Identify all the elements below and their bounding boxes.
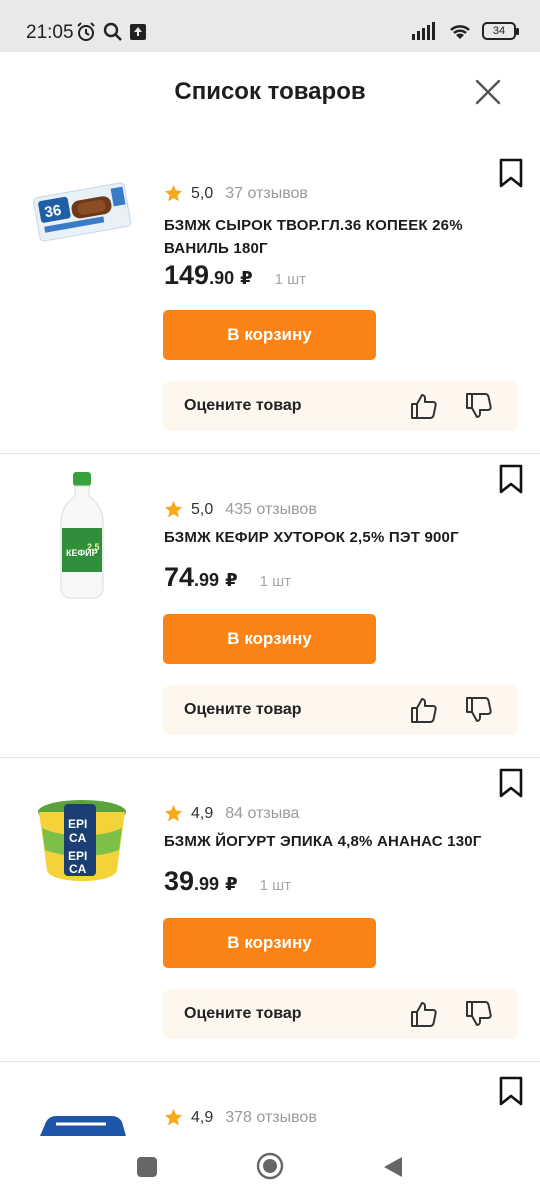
kefir-bottle-image: КЕФИР 2,5: [60, 472, 104, 599]
svg-text:CA: CA: [69, 831, 87, 845]
rating-value: 5,0: [191, 500, 214, 518]
rating-value: 4,9: [191, 804, 214, 822]
product-card: EPI CA EPI CA 4,9 84 отзыва БЗМЖ ЙОГУРТ …: [0, 758, 540, 1062]
battery-indicator: 34: [482, 22, 519, 40]
system-nav-bar: [0, 1136, 540, 1200]
reviews-count[interactable]: 84 отзыва: [225, 805, 299, 823]
square-icon[interactable]: [136, 1156, 158, 1178]
add-to-cart-button[interactable]: В корзину: [163, 310, 376, 360]
svg-text:EPI: EPI: [68, 849, 87, 863]
thumbs-up-icon[interactable]: [409, 695, 439, 725]
rating-row: 4,9 378 отзывов: [164, 1108, 317, 1127]
rate-product-label: Оцените товар: [184, 397, 302, 414]
thumbs-down-icon[interactable]: [464, 999, 494, 1029]
page-header: Список товаров: [0, 52, 540, 130]
price-fraction: .99: [194, 570, 220, 590]
search-icon: [103, 22, 122, 41]
rating-value: 4,9: [191, 1108, 214, 1126]
alarm-icon: [77, 22, 95, 41]
signal-icon: [412, 22, 435, 40]
rate-product-label: Оцените товар: [184, 701, 302, 718]
price-currency: ₽: [225, 570, 238, 590]
svg-text:EPI: EPI: [68, 817, 87, 831]
price-integer: 149: [164, 260, 210, 290]
status-bar: 21:05 34: [0, 0, 540, 52]
rate-product-box: Оцените товар: [163, 381, 518, 431]
price-integer: 39: [164, 866, 195, 896]
rating-value: 5,0: [191, 184, 214, 202]
rate-product-box: Оцените товар: [163, 989, 518, 1039]
butter-pack-image: [40, 1116, 126, 1136]
product-card: 36 5,0 37 отзывов БЗМЖ СЫРОК ТВОР.ГЛ.36 …: [0, 148, 540, 454]
thumbs-down-icon[interactable]: [464, 391, 494, 421]
thumbs-down-icon[interactable]: [464, 695, 494, 725]
rate-product-label: Оцените товар: [184, 1005, 302, 1022]
product-card: 4,9 378 отзывов: [0, 1062, 540, 1136]
price-currency: ₽: [240, 268, 253, 288]
quantity-unit: 1 шт: [274, 271, 307, 288]
product-name[interactable]: БЗМЖ КЕФИР ХУТОРОК 2,5% ПЭТ 900Г: [164, 526, 494, 549]
product-price: 74 .99 ₽ 1 шт: [164, 562, 291, 593]
price-fraction: .90: [209, 268, 235, 288]
reviews-count[interactable]: 378 отзывов: [225, 1109, 317, 1127]
price-fraction: .99: [194, 874, 220, 894]
product-name[interactable]: БЗМЖ ЙОГУРТ ЭПИКА 4,8% АНАНАС 130Г: [164, 830, 494, 853]
circle-home-icon[interactable]: [256, 1152, 284, 1180]
yogurt-cup-image: EPI CA EPI CA: [38, 800, 126, 881]
status-time: 21:05: [26, 22, 74, 43]
quantity-unit: 1 шт: [259, 877, 292, 894]
rating-row: 5,0 435 отзывов: [164, 500, 317, 519]
close-icon[interactable]: [472, 76, 504, 108]
product-name[interactable]: БЗМЖ СЫРОК ТВОР.ГЛ.36 КОПЕЕК 26% ВАНИЛЬ …: [164, 214, 494, 260]
reviews-count[interactable]: 37 отзывов: [225, 185, 308, 203]
star-icon: [164, 1108, 183, 1126]
rating-row: 5,0 37 отзывов: [164, 184, 308, 203]
bookmark-icon[interactable]: [498, 464, 524, 494]
price-currency: ₽: [225, 874, 238, 894]
bookmark-icon[interactable]: [498, 1076, 524, 1106]
star-icon: [164, 804, 183, 822]
wifi-icon: [450, 25, 470, 39]
price-integer: 74: [164, 562, 195, 592]
quantity-unit: 1 шт: [259, 573, 292, 590]
reviews-count[interactable]: 435 отзывов: [225, 501, 317, 519]
add-to-cart-button[interactable]: В корзину: [163, 614, 376, 664]
bookmark-icon[interactable]: [498, 158, 524, 188]
star-icon: [164, 184, 183, 202]
curd-snack-image: 36: [33, 182, 132, 242]
product-card: КЕФИР 2,5 5,0 435 отзывов БЗМЖ КЕФИР ХУТ…: [0, 454, 540, 758]
product-price: 149 .90 ₽ 1 шт: [164, 260, 306, 291]
thumbs-up-icon[interactable]: [409, 391, 439, 421]
rate-product-box: Оцените товар: [163, 685, 518, 735]
page-title: Список товаров: [174, 78, 366, 105]
svg-text:2,5: 2,5: [87, 542, 100, 552]
upload-notification-icon: [130, 24, 146, 40]
star-icon: [164, 500, 183, 518]
add-to-cart-button[interactable]: В корзину: [163, 918, 376, 968]
svg-text:CA: CA: [69, 862, 87, 876]
bookmark-icon[interactable]: [498, 768, 524, 798]
thumbs-up-icon[interactable]: [409, 999, 439, 1029]
svg-text:36: 36: [43, 202, 62, 222]
product-price: 39 .99 ₽ 1 шт: [164, 866, 291, 897]
rating-row: 4,9 84 отзыва: [164, 804, 299, 823]
back-triangle-icon[interactable]: [382, 1155, 404, 1179]
